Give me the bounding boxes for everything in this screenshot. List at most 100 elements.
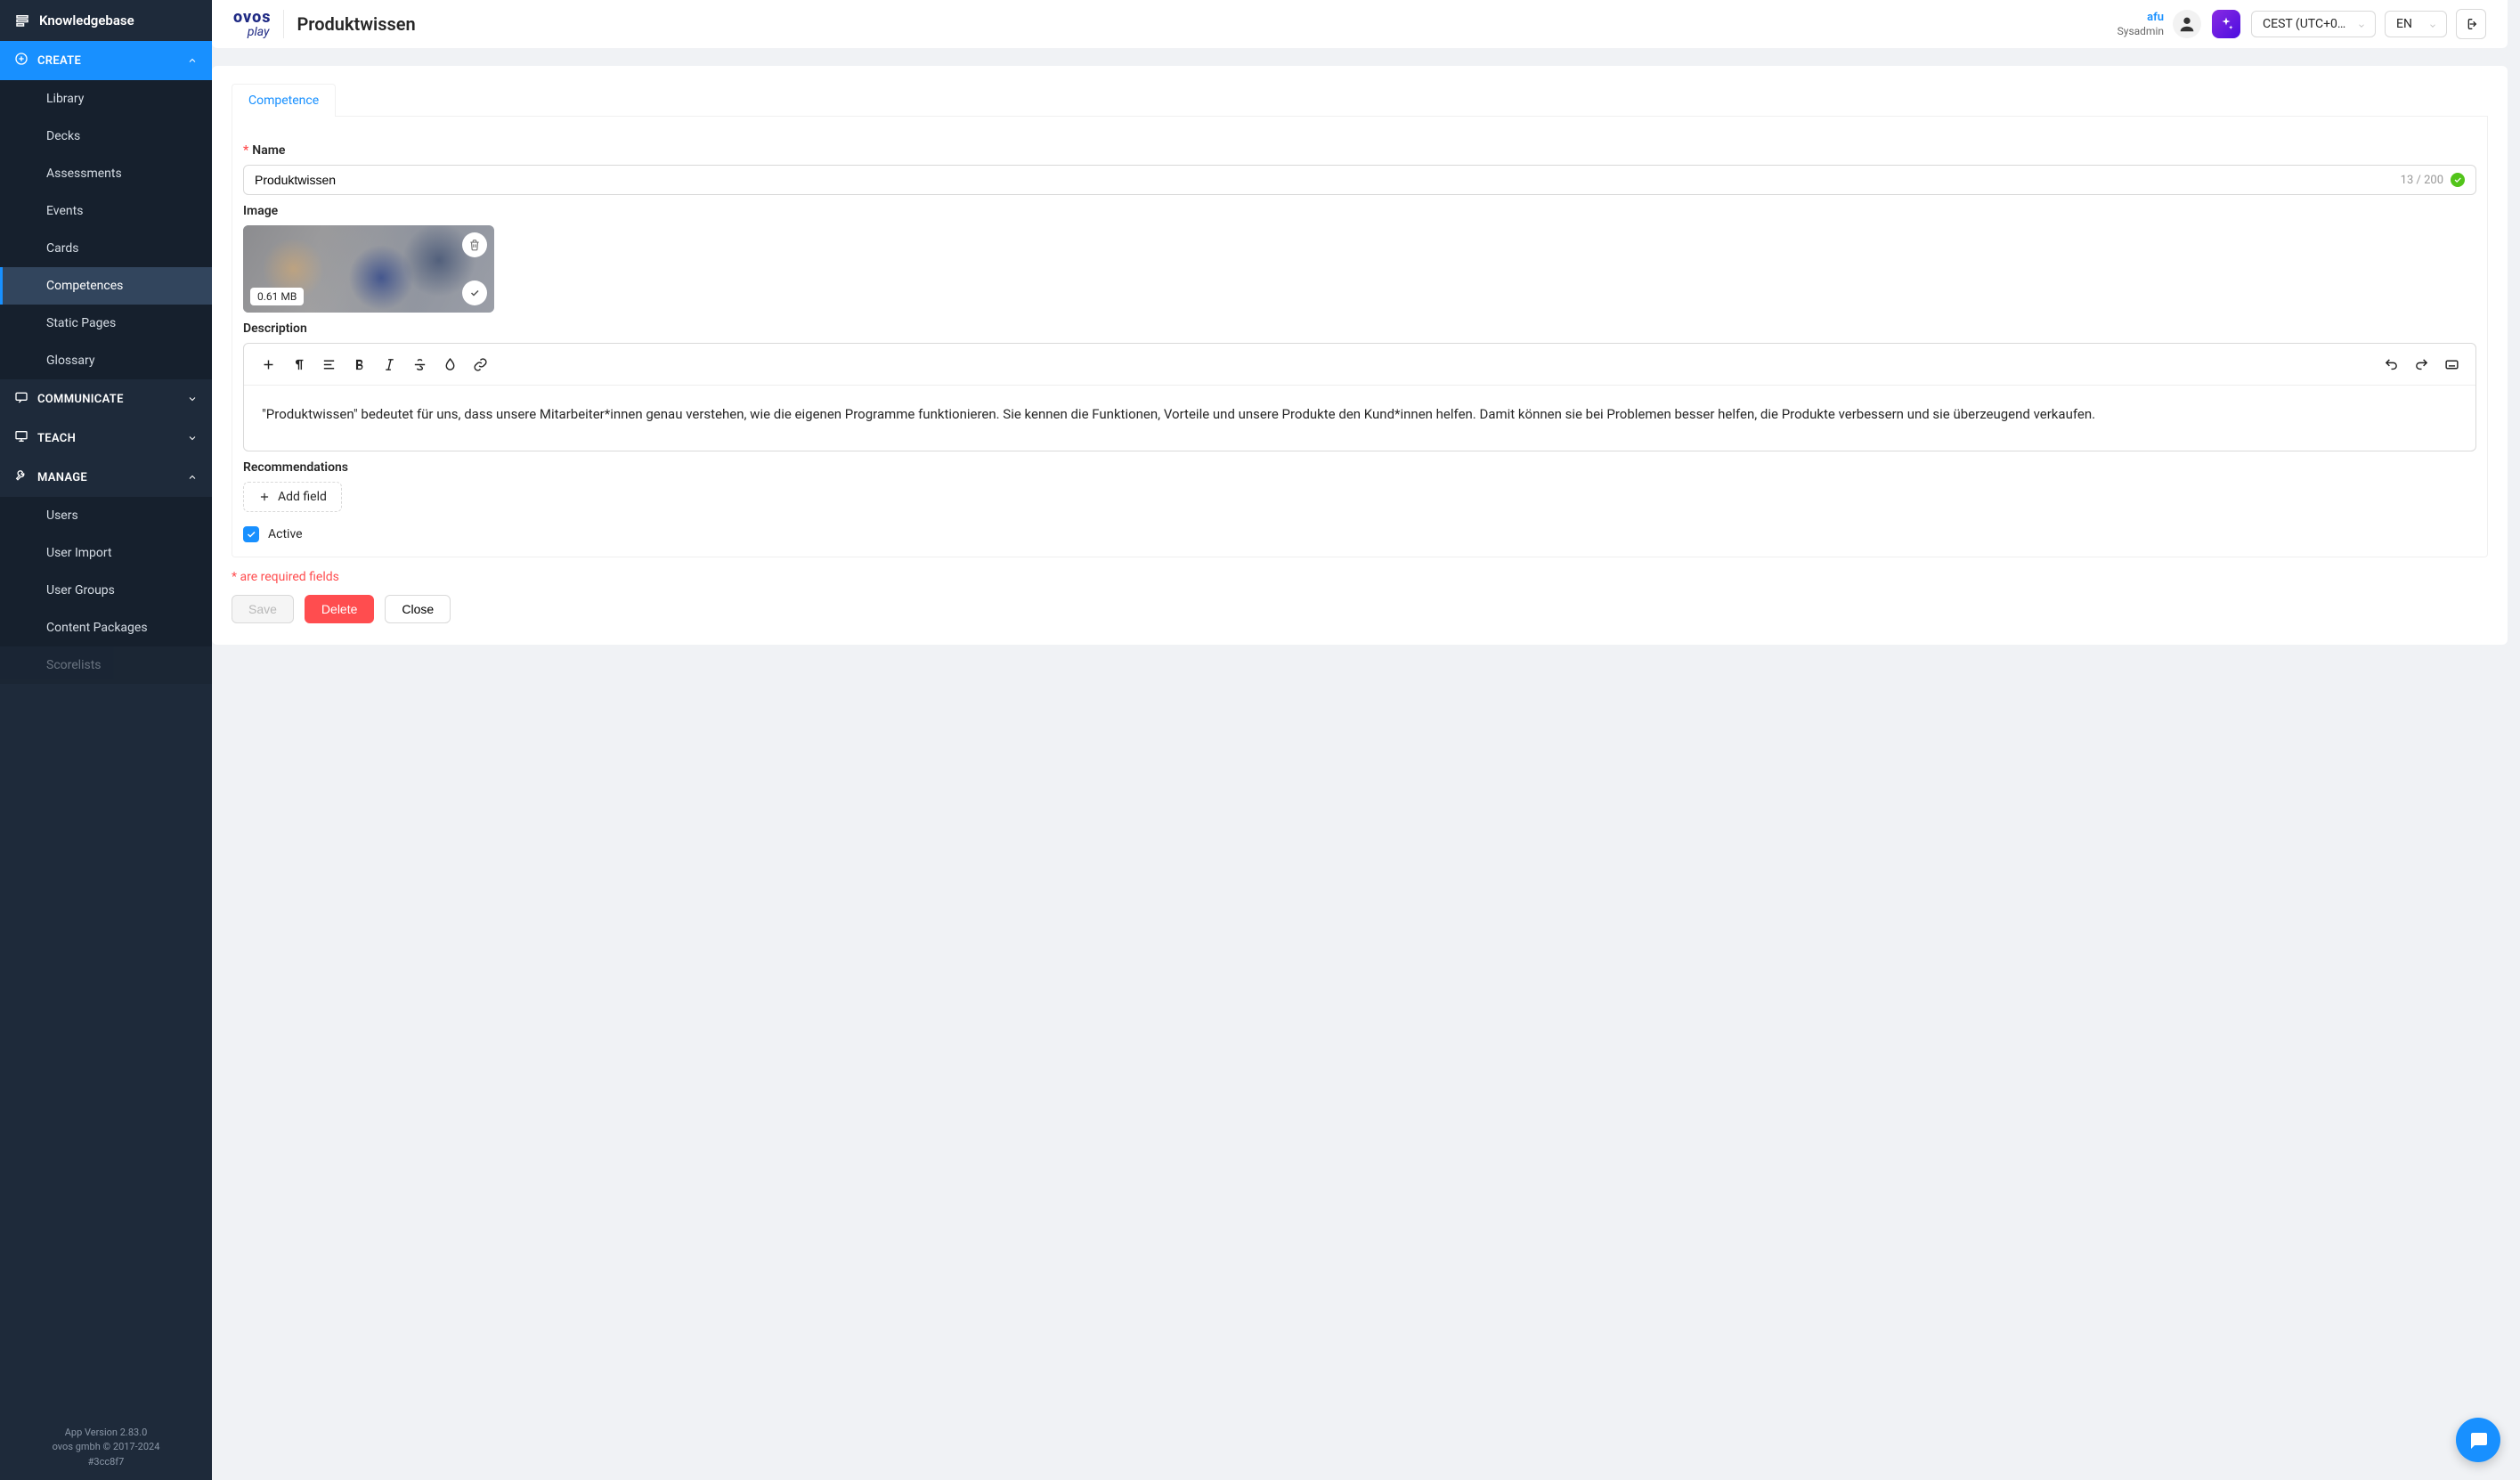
sidebar-group-label: MANAGE: [37, 471, 178, 484]
sidebar-item-content-packages[interactable]: Content Packages: [0, 609, 212, 646]
sidebar-item-assessments[interactable]: Assessments: [0, 155, 212, 192]
logout-button[interactable]: [2456, 9, 2486, 39]
required-asterisk: *: [243, 143, 248, 158]
image-size-badge: 0.61 MB: [250, 288, 304, 305]
image-confirm-button[interactable]: [462, 281, 487, 305]
user-info: afu Sysadmin: [2118, 11, 2164, 37]
paragraph-icon: [291, 357, 306, 372]
editor-color-button[interactable]: [435, 349, 465, 379]
bold-icon: [352, 357, 367, 372]
required-fields-note: * are required fields: [232, 570, 2488, 584]
knowledgebase-icon: [14, 12, 30, 28]
user-name: afu: [2118, 11, 2164, 25]
editor-undo-button[interactable]: [2376, 349, 2406, 379]
editor-toolbar: [244, 344, 2475, 386]
image-delete-button[interactable]: [462, 232, 487, 257]
content-card: Competence * Name 13 / 200 Image: [212, 66, 2508, 645]
name-input-wrap: 13 / 200: [243, 165, 2476, 195]
sidebar-item-cards[interactable]: Cards: [0, 230, 212, 267]
chat-icon: [2467, 1429, 2489, 1451]
sidebar-item-decks[interactable]: Decks: [0, 118, 212, 155]
check-icon: [246, 529, 256, 540]
close-button[interactable]: Close: [385, 595, 451, 623]
sidebar-footer: App Version 2.83.0 ovos gmbh © 2017-2024…: [0, 1419, 212, 1480]
sidebar-group-create[interactable]: CREATE: [0, 41, 212, 80]
sidebar-menu[interactable]: CREATE Library Decks Assessments Events …: [0, 41, 212, 1419]
sidebar: Knowledgebase CREATE Library Decks Asses…: [0, 0, 212, 1480]
editor-redo-button[interactable]: [2406, 349, 2436, 379]
sidebar-group-label: COMMUNICATE: [37, 393, 178, 406]
description-editor: "Produktwissen" bedeutet für uns, dass u…: [243, 343, 2476, 451]
italic-icon: [382, 357, 397, 372]
wrench-icon: [14, 468, 28, 486]
user-role: Sysadmin: [2118, 25, 2164, 37]
add-field-button[interactable]: Add field: [243, 482, 342, 512]
editor-strike-button[interactable]: [404, 349, 435, 379]
chevron-down-icon: [187, 433, 198, 443]
sidebar-item-user-import[interactable]: User Import: [0, 534, 212, 572]
sidebar-title: Knowledgebase: [0, 0, 212, 41]
editor-paragraph-button[interactable]: [283, 349, 313, 379]
ai-assist-button[interactable]: [2212, 10, 2240, 38]
sidebar-item-glossary[interactable]: Glossary: [0, 342, 212, 379]
droplet-icon: [443, 357, 458, 372]
sidebar-group-manage[interactable]: MANAGE: [0, 458, 212, 497]
plus-icon: [261, 357, 276, 372]
sidebar-item-user-groups[interactable]: User Groups: [0, 572, 212, 609]
strikethrough-icon: [412, 357, 427, 372]
build-hash: #3cc8f7: [0, 1455, 212, 1470]
copyright: ovos gmbh © 2017-2024: [0, 1440, 212, 1455]
topbar: ovos play Produktwissen afu Sysadmin CES…: [212, 0, 2508, 48]
chevron-down-icon: [2357, 20, 2366, 28]
tabs: Competence: [232, 84, 2488, 117]
sidebar-item-events[interactable]: Events: [0, 192, 212, 230]
main: ovos play Produktwissen afu Sysadmin CES…: [212, 0, 2520, 1480]
timezone-value: CEST (UTC+0…: [2263, 17, 2345, 31]
sidebar-group-label: CREATE: [37, 54, 178, 68]
timezone-select[interactable]: CEST (UTC+0…: [2251, 11, 2376, 37]
keyboard-icon: [2444, 357, 2459, 372]
form-actions: Save Delete Close: [232, 595, 2488, 623]
page-title: Produktwissen: [297, 13, 415, 35]
editor-italic-button[interactable]: [374, 349, 404, 379]
align-icon: [321, 357, 337, 372]
editor-insert-button[interactable]: [253, 349, 283, 379]
plus-circle-icon: [14, 52, 28, 69]
tab-competence[interactable]: Competence: [232, 84, 336, 117]
sparkle-icon: [2218, 16, 2234, 32]
language-select[interactable]: EN: [2385, 11, 2447, 37]
sidebar-item-static-pages[interactable]: Static Pages: [0, 305, 212, 342]
description-textarea[interactable]: "Produktwissen" bedeutet für uns, dass u…: [244, 386, 2475, 451]
editor-keyboard-button[interactable]: [2436, 349, 2467, 379]
save-button[interactable]: Save: [232, 595, 294, 623]
editor-bold-button[interactable]: [344, 349, 374, 379]
delete-button[interactable]: Delete: [305, 595, 374, 623]
sidebar-item-users[interactable]: Users: [0, 497, 212, 534]
image-preview[interactable]: 0.61 MB: [243, 225, 494, 313]
brand-secondary: play: [233, 26, 271, 38]
image-label: Image: [243, 204, 2476, 218]
app-version: App Version 2.83.0: [0, 1426, 212, 1441]
chevron-up-icon: [187, 55, 198, 66]
active-checkbox[interactable]: [243, 526, 259, 542]
chevron-down-icon: [187, 394, 198, 404]
editor-align-button[interactable]: [313, 349, 344, 379]
undo-icon: [2384, 357, 2399, 372]
sidebar-group-communicate[interactable]: COMMUNICATE: [0, 379, 212, 419]
trash-icon: [468, 239, 481, 251]
recommendations-label: Recommendations: [243, 460, 2476, 475]
active-label: Active: [268, 527, 303, 541]
avatar[interactable]: [2173, 10, 2201, 38]
chat-bubble-icon: [14, 390, 28, 408]
sidebar-item-scorelists[interactable]: Scorelists: [0, 646, 212, 684]
brand-logo: ovos play: [233, 10, 284, 38]
sidebar-item-competences[interactable]: Competences: [0, 267, 212, 305]
sidebar-group-teach[interactable]: TEACH: [0, 419, 212, 458]
chat-fab[interactable]: [2456, 1418, 2500, 1462]
sidebar-item-library[interactable]: Library: [0, 80, 212, 118]
sidebar-group-label: TEACH: [37, 432, 178, 445]
name-input[interactable]: [255, 171, 2401, 189]
editor-link-button[interactable]: [465, 349, 495, 379]
brand-primary: ovos: [233, 10, 271, 26]
validation-ok-icon: [2451, 173, 2465, 187]
